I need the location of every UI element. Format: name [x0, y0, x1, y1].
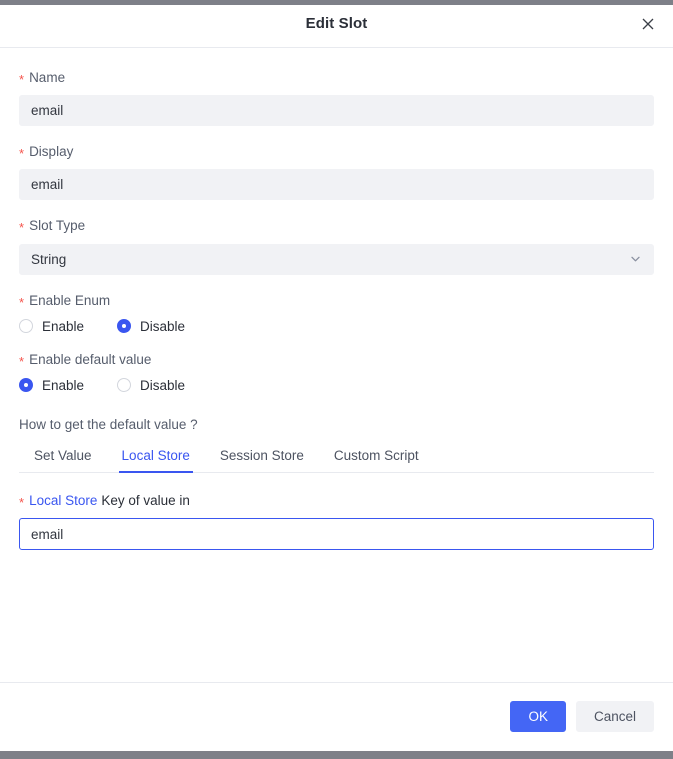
field-display-label: * Display	[19, 144, 654, 162]
tab-session-store[interactable]: Session Store	[205, 448, 319, 472]
default-value-tabs: Set Value Local Store Session Store Cust…	[19, 440, 654, 473]
field-slot-type-label: * Slot Type	[19, 218, 654, 236]
field-slot-type-label-text: Slot Type	[29, 218, 86, 234]
required-asterisk: *	[19, 494, 25, 510]
field-enable-default-value-label-text: Enable default value	[29, 351, 152, 367]
tab-local-store[interactable]: Local Store	[107, 448, 205, 473]
slot-type-select[interactable]: String	[19, 243, 654, 275]
name-input[interactable]: email	[19, 95, 654, 127]
field-display: * Display email	[19, 144, 654, 201]
tab-custom-script[interactable]: Custom Script	[319, 448, 434, 472]
dialog-title: Edit Slot	[305, 15, 368, 32]
field-enable-enum: * Enable Enum Enable Disable	[19, 293, 654, 334]
field-slot-type: * Slot Type String	[19, 218, 654, 275]
display-input[interactable]: email	[19, 169, 654, 201]
enable-default-value-radio-enable-label: Enable	[42, 377, 85, 393]
local-store-key-input[interactable]: email	[19, 518, 654, 551]
radio-selected-icon	[117, 319, 132, 334]
enable-enum-radio-group: Enable Disable	[19, 318, 654, 334]
dialog-footer: OK Cancel	[0, 682, 673, 750]
field-display-label-text: Display	[29, 144, 74, 160]
required-asterisk: *	[19, 294, 25, 310]
enable-enum-radio-disable-label: Disable	[140, 318, 186, 334]
field-enable-default-value-label: * Enable default value	[19, 351, 654, 369]
field-name-label: * Name	[19, 70, 654, 87]
field-local-store-key: * Local Store Key of value in email	[19, 492, 654, 551]
dialog-header: Edit Slot	[0, 0, 673, 48]
edit-slot-dialog: Edit Slot * Name email * Display email *…	[0, 0, 673, 759]
ok-button[interactable]: OK	[510, 701, 566, 732]
field-enable-enum-label: * Enable Enum	[19, 292, 654, 310]
cancel-button[interactable]: Cancel	[575, 701, 654, 732]
enable-default-value-radio-disable[interactable]: Disable	[117, 378, 185, 393]
close-icon[interactable]	[637, 13, 659, 35]
chevron-down-icon	[631, 256, 640, 262]
required-asterisk: *	[19, 220, 25, 236]
enable-enum-radio-enable-label: Enable	[42, 318, 85, 334]
default-value-question: How to get the default value ?	[19, 416, 198, 432]
field-name-label-text: Name	[29, 70, 66, 85]
field-local-store-key-label: * Local Store Key of value in	[19, 492, 654, 510]
dialog-body: * Name email * Display email * Slot Type…	[0, 48, 673, 682]
radio-selected-icon	[19, 378, 33, 393]
field-enable-default-value: * Enable default value Enable Disable	[19, 352, 654, 393]
tab-set-value[interactable]: Set Value	[19, 448, 107, 472]
required-asterisk: *	[19, 353, 25, 369]
local-store-label-rest: Key of value in	[101, 492, 190, 508]
horizontal-scrollbar-bottom[interactable]	[0, 750, 673, 759]
enable-default-value-radio-disable-label: Disable	[140, 377, 186, 393]
scrollbar-thumb[interactable]	[0, 751, 673, 759]
field-name: * Name email	[19, 70, 654, 127]
enable-default-value-radio-enable[interactable]: Enable	[19, 378, 84, 393]
field-enable-enum-label-text: Enable Enum	[29, 292, 111, 308]
slot-type-selected-value: String	[31, 251, 67, 267]
enable-enum-radio-enable[interactable]: Enable	[19, 319, 84, 334]
enable-enum-radio-disable[interactable]: Disable	[117, 319, 185, 334]
enable-default-value-radio-group: Enable Disable	[19, 377, 654, 393]
radio-icon	[19, 319, 33, 334]
radio-icon	[117, 378, 132, 393]
local-store-highlight: Local Store	[29, 492, 98, 508]
required-asterisk: *	[19, 146, 25, 162]
required-asterisk: *	[19, 72, 25, 87]
